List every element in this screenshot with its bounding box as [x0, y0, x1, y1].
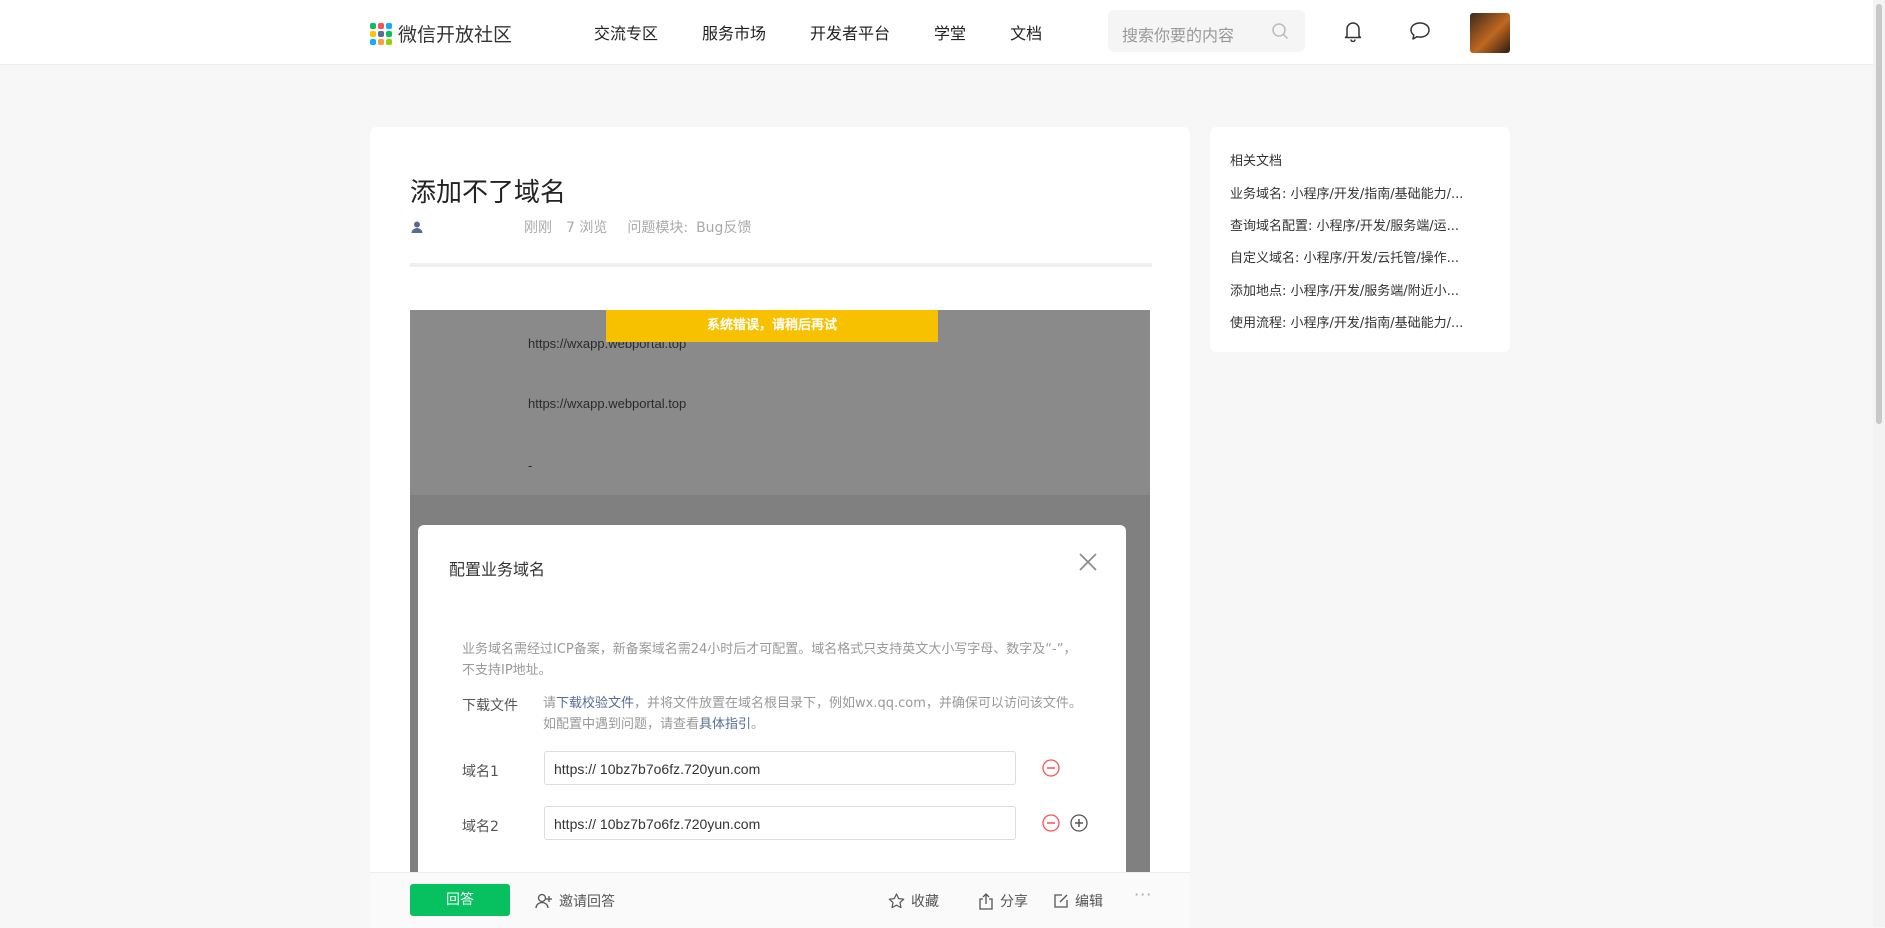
modal-description: 业务域名需经过ICP备案，新备案域名需24小时后才可配置。域名格式只支持英文大小…	[462, 642, 1077, 678]
more-icon[interactable]: ···	[1134, 885, 1152, 904]
close-icon[interactable]	[1077, 551, 1099, 573]
related-doc-link[interactable]: 查询域名配置: 小程序/开发/服务端/运...	[1230, 215, 1502, 234]
post-module-value[interactable]: Bug反馈	[696, 217, 751, 237]
screenshot-url-2: https://wxapp.webportal.top	[528, 396, 687, 411]
domain-2-input[interactable]: https:// 10bz7b7o6fz.720yun.com	[544, 806, 1016, 840]
share-button[interactable]: 分享	[978, 891, 1028, 911]
main-nav: 交流专区 服务市场 开发者平台 学堂 文档	[594, 20, 1042, 44]
related-docs-title: 相关文档	[1230, 154, 1283, 169]
nav-item-dev-platform[interactable]: 开发者平台	[810, 20, 890, 44]
scrollbar-thumb[interactable]	[1876, 4, 1882, 424]
attached-screenshot[interactable]: https://wxapp.webportal.top https://wxap…	[410, 310, 1150, 927]
domain-config-modal: 配置业务域名 业务域名需经过ICP备案，新备案域名需24小时后才可配置。域名格式…	[418, 525, 1126, 927]
nav-item-docs[interactable]: 文档	[1010, 20, 1042, 44]
post-time: 刚刚	[524, 220, 552, 236]
post-meta: 刚刚 7 浏览 问题模块: Bug反馈	[410, 217, 751, 237]
guide-link[interactable]: 具体指引	[699, 717, 751, 732]
top-navbar: 微信开放社区 交流专区 服务市场 开发者平台 学堂 文档 搜索你要的内容	[0, 0, 1885, 65]
related-doc-link[interactable]: 使用流程: 小程序/开发/指南/基础能力/...	[1230, 312, 1502, 331]
star-icon	[888, 893, 905, 909]
error-toast: 系统错误，请稍后再试	[606, 310, 938, 342]
logo-text: 微信开放社区	[398, 24, 513, 46]
user-avatar[interactable]	[1470, 13, 1510, 53]
domain-2-label: 域名2	[462, 819, 499, 835]
site-logo[interactable]: 微信开放社区	[370, 20, 512, 47]
related-doc-link[interactable]: 添加地点: 小程序/开发/服务端/附近小...	[1230, 280, 1502, 299]
logo-icon	[370, 22, 392, 45]
remove-icon[interactable]	[1042, 759, 1060, 777]
user-icon[interactable]	[410, 220, 424, 234]
divider	[410, 263, 1152, 267]
bell-icon[interactable]	[1343, 20, 1363, 42]
post-views: 7 浏览	[566, 220, 608, 236]
search-box[interactable]: 搜索你要的内容	[1108, 10, 1305, 52]
download-label: 下载文件	[462, 698, 518, 714]
post-title: 添加不了域名	[410, 178, 567, 208]
add-icon[interactable]	[1070, 814, 1088, 832]
answer-button[interactable]: 回答	[410, 884, 510, 916]
download-text-1: 请	[543, 696, 557, 711]
domain-1-input[interactable]: https:// 10bz7b7o6fz.720yun.com	[544, 751, 1016, 785]
related-doc-link[interactable]: 自定义域名: 小程序/开发/云托管/操作...	[1230, 247, 1502, 266]
invite-user-icon	[535, 893, 552, 909]
share-label: 分享	[1000, 894, 1028, 910]
nav-item-academy[interactable]: 学堂	[934, 20, 966, 44]
share-icon	[979, 892, 993, 910]
edit-label: 编辑	[1075, 894, 1103, 910]
invite-answer-button[interactable]: 邀请回答	[535, 891, 615, 911]
screenshot-url-3: -	[528, 458, 533, 473]
action-bar: 回答 邀请回答 收藏 分享 编辑 ···	[370, 872, 1190, 928]
message-icon[interactable]	[1409, 21, 1431, 41]
edit-icon	[1054, 894, 1068, 908]
invite-label: 邀请回答	[559, 894, 615, 910]
search-placeholder[interactable]: 搜索你要的内容	[1122, 22, 1234, 46]
favorite-label: 收藏	[911, 894, 939, 910]
related-doc-link[interactable]: 业务域名: 小程序/开发/指南/基础能力/...	[1230, 183, 1502, 202]
domain-1-label: 域名1	[462, 764, 499, 780]
favorite-button[interactable]: 收藏	[888, 891, 939, 911]
page-scrollbar[interactable]	[1873, 0, 1885, 927]
edit-button[interactable]: 编辑	[1053, 891, 1103, 911]
nav-item-community[interactable]: 交流专区	[594, 20, 658, 44]
modal-title: 配置业务域名	[449, 560, 546, 579]
remove-icon[interactable]	[1042, 814, 1060, 832]
post-card: 添加不了域名 刚刚 7 浏览 问题模块: Bug反馈 https://wxapp…	[370, 127, 1190, 927]
nav-item-market[interactable]: 服务市场	[702, 20, 766, 44]
related-docs-card: 相关文档 业务域名: 小程序/开发/指南/基础能力/... 查询域名配置: 小程…	[1210, 127, 1510, 352]
download-file-link[interactable]: 下载校验文件	[556, 696, 634, 711]
download-instructions: 请下载校验文件，并将文件放置在域名根目录下，例如wx.qq.com，并确保可以访…	[543, 693, 1083, 735]
search-icon[interactable]	[1271, 22, 1289, 40]
download-text-3: 。	[751, 717, 765, 732]
post-module-label: 问题模块:	[627, 220, 689, 236]
